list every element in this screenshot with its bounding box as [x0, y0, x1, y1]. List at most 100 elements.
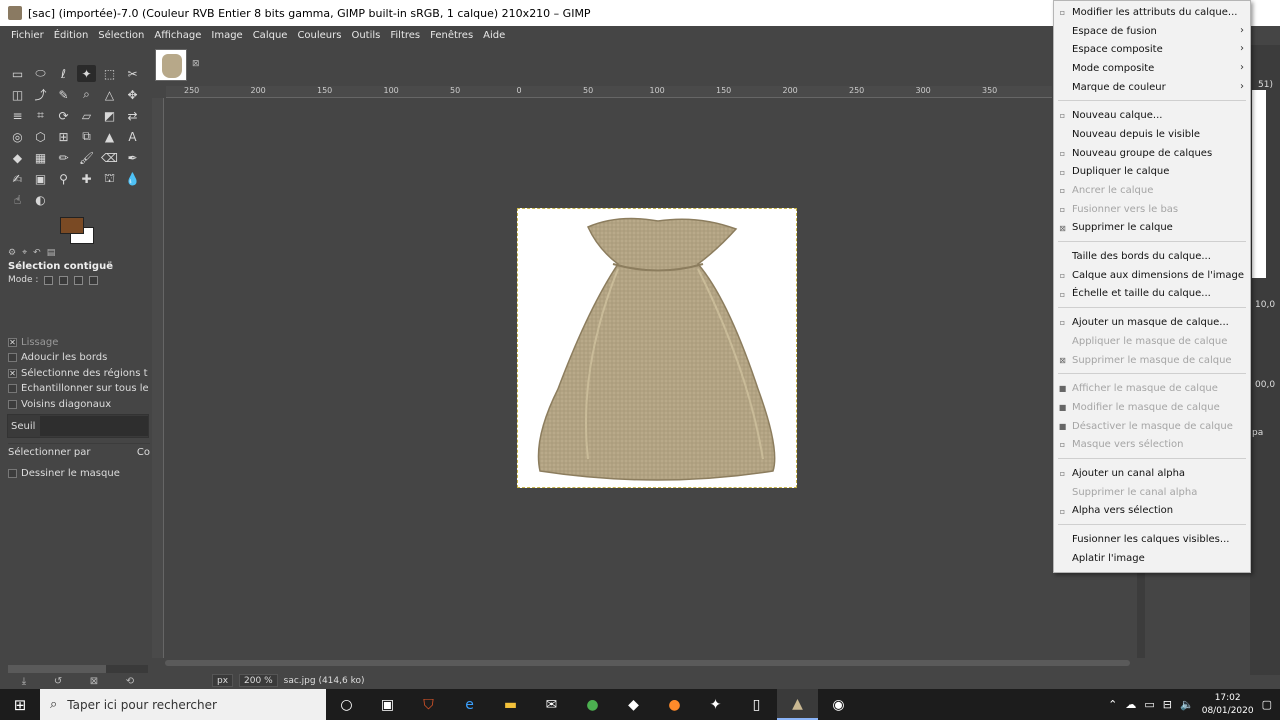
ellipse-select-tool-icon[interactable]: ⬭ [31, 65, 50, 82]
menu-item[interactable]: Filtres [385, 30, 425, 41]
brave-browser-icon[interactable]: ⛉ [408, 689, 449, 720]
perspective-clone-icon[interactable]: ⛫ [100, 170, 119, 187]
tool-option-checkbox[interactable]: ✕ [8, 338, 17, 347]
draw-mask-checkbox[interactable] [8, 469, 17, 478]
taskbar-clock[interactable]: 17:02 08/01/2020 [1202, 692, 1254, 718]
windows-start-icon[interactable]: ⊞ [0, 689, 40, 720]
menu-item[interactable]: Sélection [93, 30, 149, 41]
task-view-icon[interactable]: ▣ [367, 689, 408, 720]
foreground-select-tool-icon[interactable]: ◫ [8, 86, 27, 103]
mypaint-brush-icon[interactable]: ▣ [31, 170, 50, 187]
text-tool-icon[interactable]: A [123, 128, 142, 145]
edge-browser-icon[interactable]: e [449, 689, 490, 720]
context-menu-item[interactable]: Nouveau depuis le visible [1054, 125, 1250, 144]
delete-options-icon[interactable]: ⊠ [90, 676, 98, 687]
menu-item[interactable]: Calque [248, 30, 293, 41]
tool-option-checkbox[interactable] [8, 384, 17, 393]
unit-select[interactable]: px [212, 674, 234, 687]
context-menu-item[interactable]: Mode composite › [1054, 59, 1250, 78]
undo-history-tab-icon[interactable]: ↶ [33, 248, 41, 260]
menu-item[interactable]: Fichier [6, 30, 49, 41]
cortana-icon[interactable]: ○ [326, 689, 367, 720]
dodge-burn-tool-icon[interactable]: ◐ [31, 191, 50, 208]
menu-item[interactable]: Couleurs [292, 30, 346, 41]
context-menu-item[interactable]: Taille des bords du calque... [1054, 247, 1250, 266]
paths-tool-icon[interactable]: ⤴ [31, 86, 50, 103]
tool-option[interactable]: Adoucir les bords [8, 352, 148, 363]
blur-tool-icon[interactable]: 💧 [123, 170, 142, 187]
taskbar-search-box[interactable]: ⌕ Taper ici pour rechercher [40, 689, 326, 720]
device-status-tab-icon[interactable]: ⌖ [22, 248, 27, 260]
gimp-dog-icon[interactable]: ✦ [695, 689, 736, 720]
image-tab-thumbnail[interactable] [155, 49, 187, 81]
tray-chevron-icon[interactable]: ⌃ [1108, 698, 1117, 711]
threshold-bar[interactable] [40, 416, 148, 436]
unified-transform-icon[interactable]: ⧉ [77, 128, 96, 145]
flip-tool-icon[interactable]: ⇄ [123, 107, 142, 124]
tool-options-tab-icon[interactable]: ⚙ [8, 248, 16, 260]
paint-bucket-icon[interactable]: ◆ [8, 149, 27, 166]
pencil-tool-icon[interactable]: ✏ [54, 149, 73, 166]
notepadpp-icon[interactable]: ● [572, 689, 613, 720]
select-by-value[interactable]: Co [137, 447, 150, 458]
volume-icon[interactable]: 🔈 [1180, 698, 1194, 711]
threshold-slider[interactable]: Seuil [7, 414, 149, 438]
reset-options-icon[interactable]: ⟲ [126, 676, 134, 687]
measure-tool-icon[interactable]: △ [100, 86, 119, 103]
context-menu-item[interactable]: ▫ Dupliquer le calque [1054, 163, 1250, 182]
lasso-tool-icon[interactable]: ℓ [54, 65, 73, 82]
context-menu-item[interactable]: ▫ Alpha vers sélection [1054, 502, 1250, 521]
context-menu-item[interactable]: ▫ Calque aux dimensions de l'image [1054, 266, 1250, 285]
image-layer-sac[interactable] [517, 208, 797, 488]
mode-subtract-button[interactable] [74, 275, 84, 285]
mode-add-button[interactable] [59, 275, 69, 285]
draw-mask-option[interactable]: Dessiner le masque [8, 468, 148, 479]
menu-item[interactable]: Fenêtres [425, 30, 478, 41]
tool-option[interactable]: ✕ Lissage [8, 337, 148, 348]
scissors-tool-icon[interactable]: ✂ [123, 65, 142, 82]
context-menu-item[interactable]: Fusionner les calques visibles... [1054, 530, 1250, 549]
tool-option-checkbox[interactable] [8, 353, 17, 362]
toolbox-scrollbar[interactable] [8, 665, 148, 673]
warp-tool-icon[interactable]: ◎ [8, 128, 27, 145]
firefox-icon[interactable]: ● [654, 689, 695, 720]
close-image-tab-icon[interactable]: ⊠ [192, 59, 200, 69]
context-menu-item[interactable]: ▫ Nouveau calque... [1054, 106, 1250, 125]
airbrush-tool-icon[interactable]: ✒ [123, 149, 142, 166]
select-by-color-tool-icon[interactable]: ⬚ [100, 65, 119, 82]
clone-tool-icon[interactable]: ⚲ [54, 170, 73, 187]
brush-preview[interactable] [1252, 90, 1266, 278]
file-explorer-icon[interactable]: ▬ [490, 689, 531, 720]
battery-icon[interactable]: ▭ [1144, 698, 1154, 711]
save-options-icon[interactable]: ⤓ [22, 676, 26, 687]
fuzzy-select-tool-icon[interactable]: ✦ [77, 65, 96, 82]
select-by-row[interactable]: Sélectionner par Co [8, 443, 150, 461]
context-menu-item[interactable]: ▫ Ajouter un masque de calque... [1054, 313, 1250, 332]
context-menu-item[interactable]: ▫ Échelle et taille du calque... [1054, 285, 1250, 304]
tool-option[interactable]: ✕ Sélectionne des régions tra [8, 368, 148, 379]
menu-item[interactable]: Affichage [149, 30, 206, 41]
menu-item[interactable]: Outils [346, 30, 385, 41]
context-menu-item[interactable]: Marque de couleur › [1054, 78, 1250, 97]
right-dock-value-2[interactable]: 00,0 [1255, 380, 1275, 390]
menu-item[interactable]: Édition [49, 30, 94, 41]
context-menu-item[interactable]: Espace de fusion › [1054, 22, 1250, 41]
menu-item[interactable]: Aide [478, 30, 510, 41]
restore-options-icon[interactable]: ↺ [54, 676, 62, 687]
foreground-color-swatch[interactable] [60, 217, 84, 234]
menu-item[interactable]: Image [206, 30, 247, 41]
paintbrush-tool-icon[interactable]: 🖌 [77, 149, 96, 166]
canvas-horizontal-scrollbar[interactable] [165, 660, 1130, 666]
rotate-tool-icon[interactable]: ⟳ [54, 107, 73, 124]
context-menu-item[interactable]: ▫ Ajouter un canal alpha [1054, 464, 1250, 483]
onedrive-icon[interactable]: ☁ [1125, 698, 1136, 711]
shear-tool-icon[interactable]: ▱ [77, 107, 96, 124]
images-tab-icon[interactable]: ▤ [47, 248, 56, 260]
cage-tool-icon[interactable]: ⬡ [31, 128, 50, 145]
rect-select-tool-icon[interactable]: ▭ [8, 65, 27, 82]
handle-transform-icon[interactable]: ⊞ [54, 128, 73, 145]
right-dock-value-1[interactable]: 10,0 [1255, 300, 1275, 310]
context-menu-item[interactable]: ▫ Nouveau groupe de calques [1054, 144, 1250, 163]
blank-document-icon[interactable]: ▯ [736, 689, 777, 720]
tool-option[interactable]: Échantillonner sur tous les c [8, 383, 148, 394]
